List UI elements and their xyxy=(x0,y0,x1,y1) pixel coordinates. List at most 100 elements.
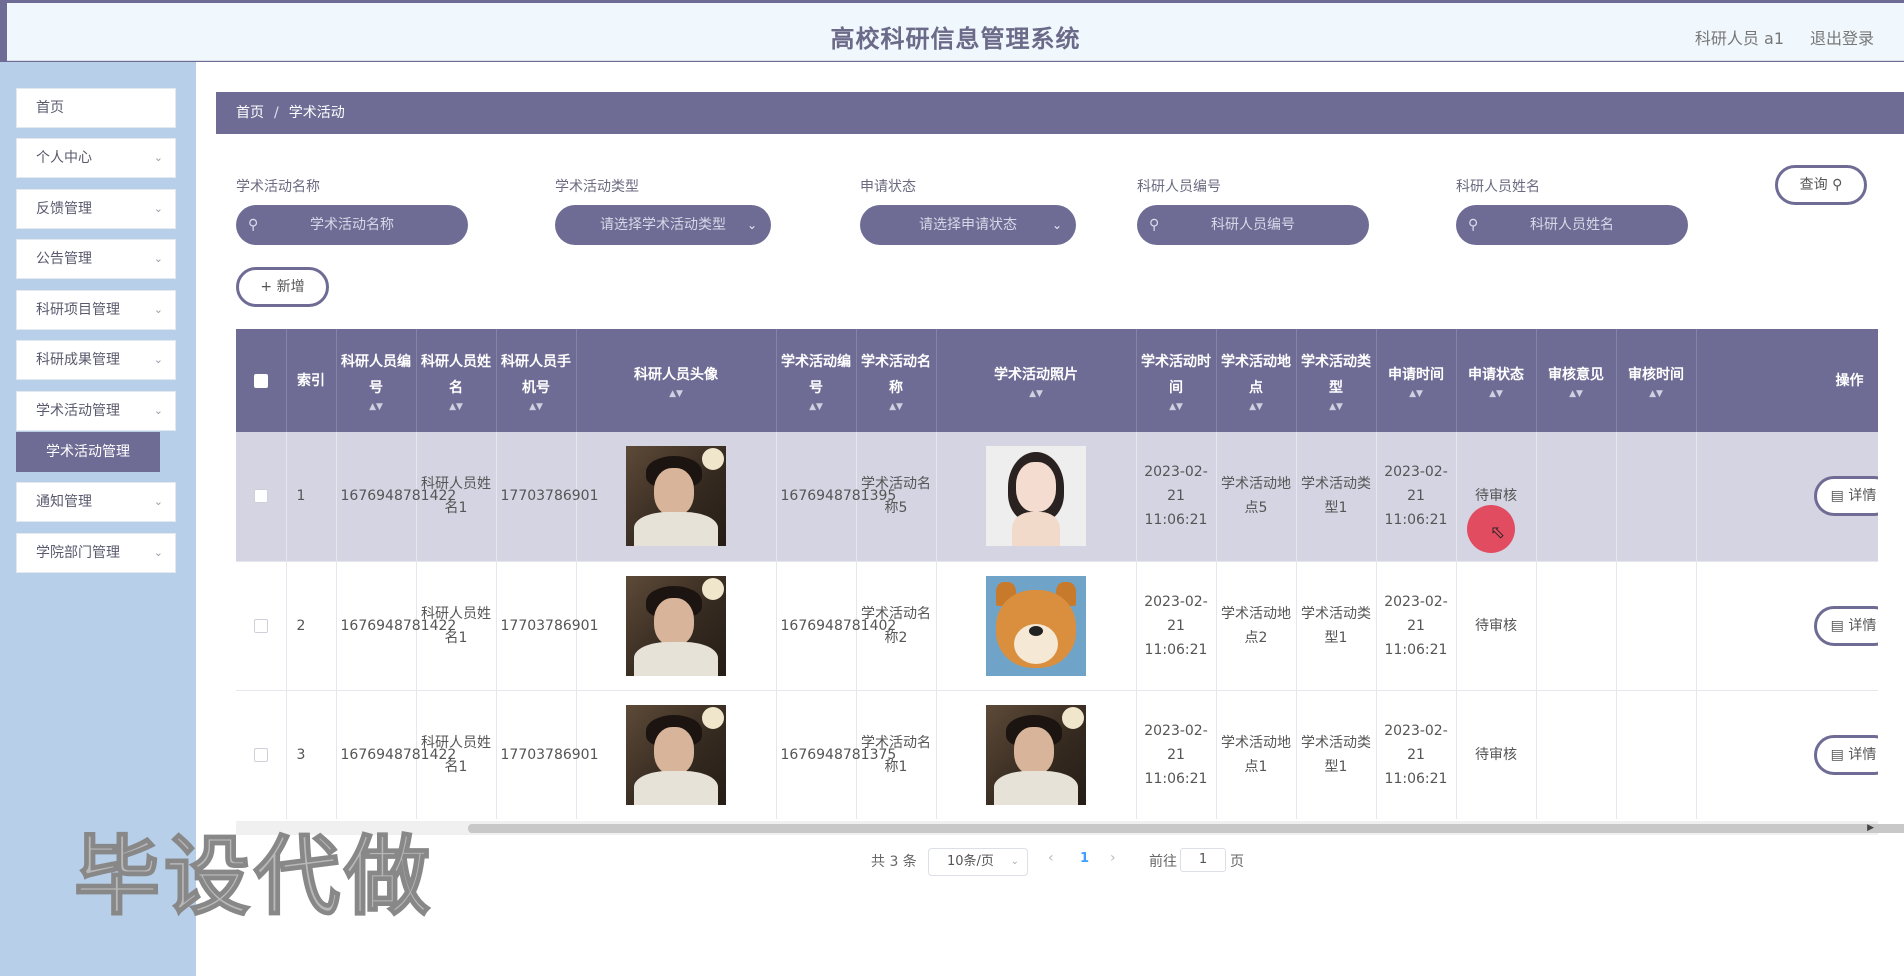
row-checkbox-cell[interactable] xyxy=(236,561,287,691)
table-row[interactable]: 2 1676948781422 科研人员姓名1 17703786901 1676… xyxy=(236,561,1878,691)
breadcrumb-home[interactable]: 首页 xyxy=(236,105,264,121)
header-staff-no[interactable]: 科研人员编号 ▲▼ xyxy=(336,329,417,432)
sort-icon[interactable]: ▲▼ xyxy=(780,401,853,413)
cell-activity-place: 学术活动地点2 xyxy=(1216,561,1297,691)
header-phone[interactable]: 科研人员手机号 ▲▼ xyxy=(496,329,577,432)
chevron-down-icon: ⌄ xyxy=(153,202,163,215)
sort-icon[interactable]: ▲▼ xyxy=(1300,401,1373,413)
query-label: 查询 xyxy=(1799,177,1828,193)
cell-activity-photo xyxy=(936,690,1137,819)
table-row[interactable]: 3 1676948781422 科研人员姓名1 17703786901 1676… xyxy=(236,690,1878,819)
search-input-activity-name[interactable]: ⚲ 学术活动名称 xyxy=(236,205,468,245)
app-title: 高校科研信息管理系统 xyxy=(830,25,1081,53)
chevron-down-icon: ⌄ xyxy=(153,303,163,316)
header-activity-place[interactable]: 学术活动地点 ▲▼ xyxy=(1216,329,1297,432)
scroll-right-icon[interactable]: ▶ xyxy=(1867,821,1874,835)
next-page-button[interactable]: › xyxy=(1110,850,1116,866)
sidebar-item-academic-activities[interactable]: 学术活动管理 ⌄ xyxy=(16,391,176,431)
search-label-activity-name: 学术活动名称 xyxy=(236,179,320,195)
select-apply-status[interactable]: 请选择申请状态 ⌄ xyxy=(860,205,1076,245)
header-label: 申请状态 xyxy=(1468,366,1524,383)
add-button[interactable]: + 新增 xyxy=(236,267,329,307)
chevron-down-icon: ⌄ xyxy=(153,353,163,366)
activity-photo-image[interactable] xyxy=(986,446,1086,547)
row-checkbox-cell[interactable] xyxy=(236,432,287,562)
add-label: 新增 xyxy=(276,279,305,295)
sort-icon[interactable]: ▲▼ xyxy=(1540,388,1613,400)
search-label-apply-status: 申请状态 xyxy=(860,179,916,195)
table-header-row: 索引 科研人员编号 ▲▼ 科研人员姓名 ▲▼ 科研人员手机号 ▲▼ 科研人员头像 ▲▼ … xyxy=(236,329,1878,432)
table-row[interactable]: 1 1676948781422 科研人员姓名1 17703786901 1676… xyxy=(236,432,1878,562)
sort-icon[interactable]: ▲▼ xyxy=(420,401,493,413)
search-input-staff-no[interactable]: ⚲ 科研人员编号 xyxy=(1137,205,1369,245)
header-review-time[interactable]: 审核时间 ▲▼ xyxy=(1616,329,1697,432)
detail-button[interactable]: ▤ 详情 xyxy=(1813,734,1878,775)
goto-page-input[interactable]: 1 xyxy=(1180,848,1226,872)
checkbox[interactable] xyxy=(253,747,268,762)
activity-photo-image[interactable] xyxy=(986,575,1086,676)
chevron-down-icon: ⌄ xyxy=(153,495,163,508)
avatar-image[interactable] xyxy=(626,446,726,547)
checkbox[interactable] xyxy=(253,373,268,388)
cell-activity-photo xyxy=(936,432,1137,562)
sort-icon[interactable]: ▲▼ xyxy=(860,401,933,413)
header-activity-no[interactable]: 学术活动编号 ▲▼ xyxy=(776,329,857,432)
scrollbar-thumb[interactable] xyxy=(468,824,1904,833)
chevron-down-icon: ⌄ xyxy=(746,218,757,232)
checkbox[interactable] xyxy=(253,489,268,504)
sort-icon[interactable]: ▲▼ xyxy=(1380,388,1453,400)
sort-icon[interactable]: ▲▼ xyxy=(580,388,773,400)
sidebar-item-departments[interactable]: 学院部门管理 ⌄ xyxy=(16,533,176,573)
submenu-academic-activities[interactable]: 学术活动管理 xyxy=(16,432,160,472)
cell-apply-time: 2023-02-21 11:06:21 xyxy=(1376,690,1457,819)
sidebar-item-research-results[interactable]: 科研成果管理 ⌄ xyxy=(16,340,176,380)
cell-activity-time: 2023-02-21 11:06:21 xyxy=(1136,561,1217,691)
header-activity-name[interactable]: 学术活动名称 ▲▼ xyxy=(856,329,937,432)
activity-photo-image[interactable] xyxy=(986,704,1086,805)
checkbox[interactable] xyxy=(253,618,268,633)
page-number-current[interactable]: 1 xyxy=(1080,851,1089,866)
cell-apply-status: 待审核 xyxy=(1456,561,1537,691)
sidebar-item-notifications[interactable]: 通知管理 ⌄ xyxy=(16,482,176,522)
search-label-activity-type: 学术活动类型 xyxy=(555,179,639,195)
query-button[interactable]: 查询 ⚲ xyxy=(1775,165,1867,205)
row-checkbox-cell[interactable] xyxy=(236,690,287,819)
cell-avatar xyxy=(576,432,777,562)
header-review-opinion[interactable]: 审核意见 ▲▼ xyxy=(1536,329,1617,432)
sort-icon[interactable]: ▲▼ xyxy=(340,401,413,413)
header-apply-time[interactable]: 申请时间 ▲▼ xyxy=(1376,329,1457,432)
sort-icon[interactable]: ▲▼ xyxy=(1140,401,1213,413)
sort-icon[interactable]: ▲▼ xyxy=(1220,401,1293,413)
sidebar-item-announcement[interactable]: 公告管理 ⌄ xyxy=(16,239,176,279)
header-activity-type[interactable]: 学术活动类型 ▲▼ xyxy=(1296,329,1377,432)
sidebar-item-research-projects[interactable]: 科研项目管理 ⌄ xyxy=(16,290,176,330)
detail-button[interactable]: ▤ 详情 xyxy=(1813,476,1878,516)
header-avatar[interactable]: 科研人员头像 ▲▼ xyxy=(576,329,777,432)
detail-button[interactable]: ▤ 详情 xyxy=(1813,605,1878,646)
sort-icon[interactable]: ▲▼ xyxy=(1460,388,1533,400)
logout-button[interactable]: 退出登录 xyxy=(1810,25,1874,49)
page-size-select[interactable]: 10条/页 ⌄ xyxy=(928,848,1028,876)
sidebar-item-personal-center[interactable]: 个人中心 ⌄ xyxy=(16,138,176,178)
sort-icon[interactable]: ▲▼ xyxy=(500,401,573,413)
avatar-image[interactable] xyxy=(626,575,726,676)
header-staff-name[interactable]: 科研人员姓名 ▲▼ xyxy=(416,329,497,432)
sidebar-item-home[interactable]: 首页 xyxy=(16,88,176,128)
cell-activity-no: 1676948781402 xyxy=(776,561,896,691)
prev-page-button[interactable]: ‹ xyxy=(1048,850,1054,866)
sort-icon[interactable]: ▲▼ xyxy=(940,388,1133,400)
header-activity-photo[interactable]: 学术活动照片 ▲▼ xyxy=(936,329,1137,432)
plus-icon: + xyxy=(260,279,273,295)
sidebar-item-feedback[interactable]: 反馈管理 ⌄ xyxy=(16,189,176,229)
header-label: 审核意见 xyxy=(1548,366,1604,383)
horizontal-scrollbar[interactable]: ▶ xyxy=(236,821,1904,835)
search-input-staff-name[interactable]: ⚲ 科研人员姓名 xyxy=(1456,205,1688,245)
document-icon: ▤ xyxy=(1830,488,1844,504)
header-select-all[interactable] xyxy=(236,329,287,432)
breadcrumb: 首页 / 学术活动 xyxy=(216,92,1904,134)
header-apply-status[interactable]: 申请状态 ▲▼ xyxy=(1456,329,1537,432)
select-activity-type[interactable]: 请选择学术活动类型 ⌄ xyxy=(555,205,771,245)
header-activity-time[interactable]: 学术活动时间 ▲▼ xyxy=(1136,329,1217,432)
avatar-image[interactable] xyxy=(626,704,726,805)
sort-icon[interactable]: ▲▼ xyxy=(1620,388,1693,400)
